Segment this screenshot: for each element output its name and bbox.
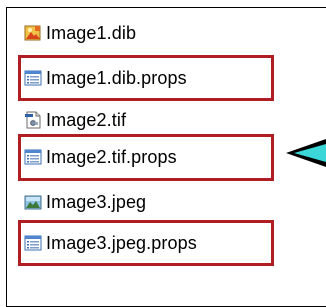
file-name: Image3.jpeg.props xyxy=(46,232,197,253)
file-item-image2-tif[interactable]: Image2.tif xyxy=(24,109,126,131)
file-name: Image1.dib xyxy=(46,22,137,43)
tif-file-icon xyxy=(24,111,42,129)
props-file-icon xyxy=(24,148,42,166)
file-item-image1-dib[interactable]: Image1.dib xyxy=(24,22,136,44)
file-name: Image3.jpeg xyxy=(46,191,147,212)
paint-image-icon xyxy=(24,24,42,42)
file-name: Image1.dib.props xyxy=(46,67,187,88)
file-item-image3-jpeg-props[interactable]: Image3.jpeg.props xyxy=(24,232,197,254)
file-name: Image2.tif xyxy=(46,109,127,130)
props-file-icon xyxy=(24,234,42,252)
file-item-image3-jpeg[interactable]: Image3.jpeg xyxy=(24,191,146,213)
file-name: Image2.tif.props xyxy=(46,146,177,167)
callout-arrow-icon xyxy=(286,139,326,167)
file-item-image2-tif-props[interactable]: Image2.tif.props xyxy=(24,146,177,168)
jpeg-image-icon xyxy=(24,193,42,211)
props-file-icon xyxy=(24,69,42,87)
file-item-image1-dib-props[interactable]: Image1.dib.props xyxy=(24,67,187,89)
